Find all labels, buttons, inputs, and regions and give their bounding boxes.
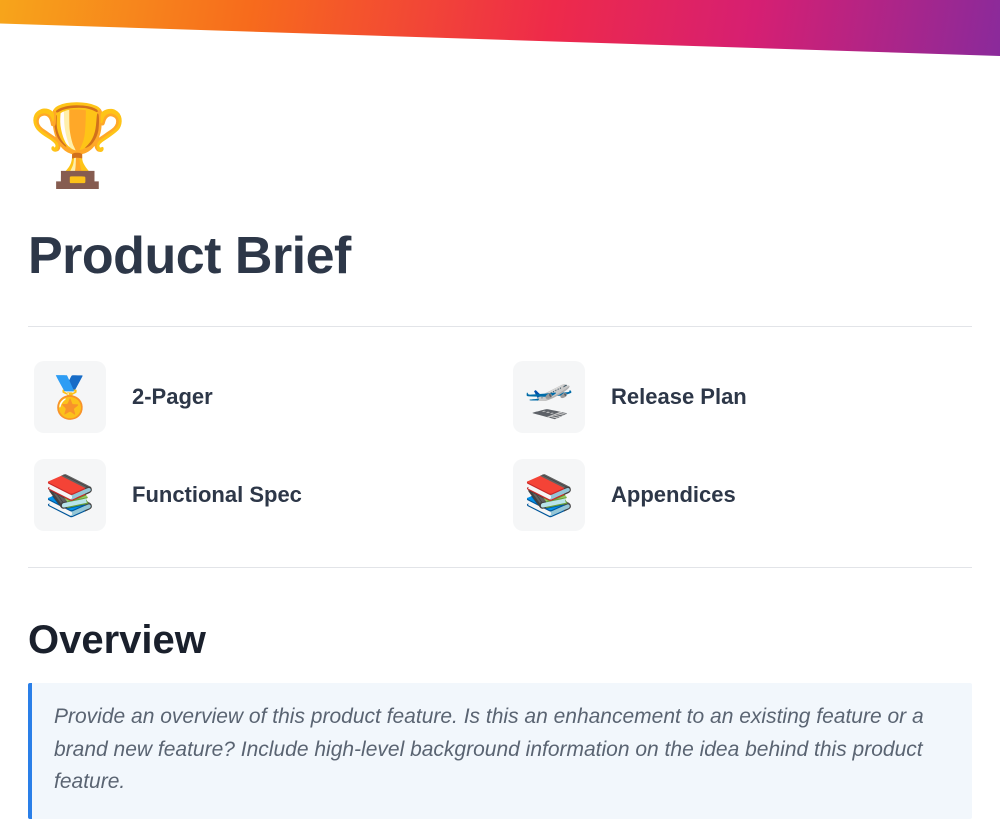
books-icon: 📚 [34, 459, 106, 531]
page-content: 🏆 Product Brief 🏅 2-Pager 🛫 Release Plan… [0, 56, 1000, 819]
nav-item-label: Release Plan [611, 384, 747, 410]
books-icon: 📚 [513, 459, 585, 531]
page-icon[interactable]: 🏆 [28, 106, 972, 186]
overview-callout-text: Provide an overview of this product feat… [54, 701, 950, 799]
nav-item-release-plan[interactable]: 🛫 Release Plan [513, 361, 972, 433]
nav-item-appendices[interactable]: 📚 Appendices [513, 459, 972, 531]
nav-item-2-pager[interactable]: 🏅 2-Pager [34, 361, 493, 433]
nav-item-label: Appendices [611, 482, 736, 508]
subpage-nav-grid: 🏅 2-Pager 🛫 Release Plan 📚 Functional Sp… [28, 327, 972, 567]
nav-item-functional-spec[interactable]: 📚 Functional Spec [34, 459, 493, 531]
medal-icon: 🏅 [34, 361, 106, 433]
nav-item-label: 2-Pager [132, 384, 213, 410]
cover-banner [0, 0, 1000, 56]
page-title[interactable]: Product Brief [28, 226, 972, 286]
nav-item-label: Functional Spec [132, 482, 302, 508]
airplane-icon: 🛫 [513, 361, 585, 433]
divider-bottom [28, 567, 972, 568]
section-title-overview[interactable]: Overview [28, 618, 972, 663]
overview-callout[interactable]: Provide an overview of this product feat… [28, 683, 972, 819]
